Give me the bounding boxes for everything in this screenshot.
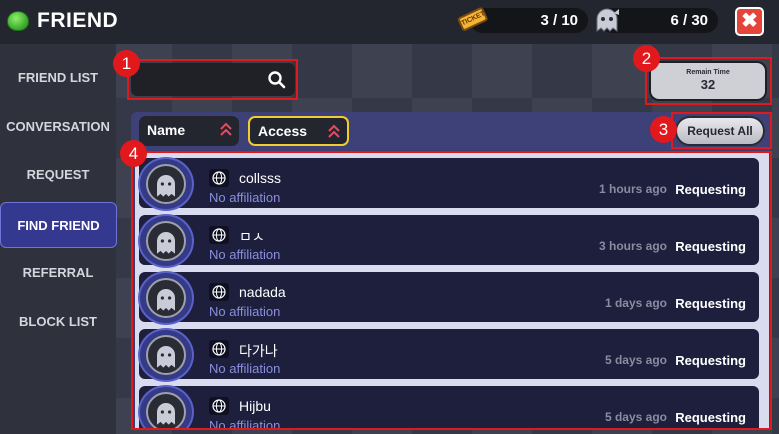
sort-arrows-icon: [220, 122, 232, 136]
annotation-box-3: [671, 112, 772, 149]
sidebar-item-request[interactable]: REQUEST: [0, 152, 116, 198]
sort-arrows-icon: [328, 124, 340, 138]
ticket-icon-text: TICKET: [456, 6, 489, 32]
annotation-number-1: 1: [113, 50, 140, 77]
annotation-number-2: 2: [633, 45, 660, 72]
sort-access-label: Access: [258, 123, 308, 139]
annotation-number-4: 4: [120, 140, 147, 167]
annotation-number-3: 3: [650, 116, 677, 143]
ghost-icon: [596, 8, 619, 32]
sidebar-item-block-list[interactable]: BLOCK LIST: [0, 299, 116, 345]
top-bar: FRIEND 3 / 10 TICKET 6 / 30 ✖: [0, 0, 779, 44]
annotation-box-1: [127, 59, 298, 100]
slime-icon: [7, 11, 29, 31]
page-title: FRIEND: [37, 9, 119, 32]
sort-access-button[interactable]: Access: [248, 116, 349, 146]
sort-name-button[interactable]: Name: [139, 116, 239, 146]
close-button[interactable]: ✖: [735, 7, 764, 36]
sort-name-label: Name: [147, 122, 186, 138]
ticket-icon: TICKET: [449, 0, 494, 43]
sidebar-item-find-friend[interactable]: FIND FRIEND: [0, 202, 117, 248]
annotation-box-2: [645, 57, 772, 105]
annotation-box-4: [131, 151, 772, 430]
sidebar: FRIEND LIST CONVERSATION REQUEST FIND FR…: [0, 44, 117, 434]
sidebar-item-conversation[interactable]: CONVERSATION: [0, 104, 116, 150]
close-icon: ✖: [741, 10, 758, 32]
sidebar-item-friend-list[interactable]: FRIEND LIST: [0, 55, 116, 101]
sidebar-item-referral[interactable]: REFERRAL: [0, 250, 116, 296]
